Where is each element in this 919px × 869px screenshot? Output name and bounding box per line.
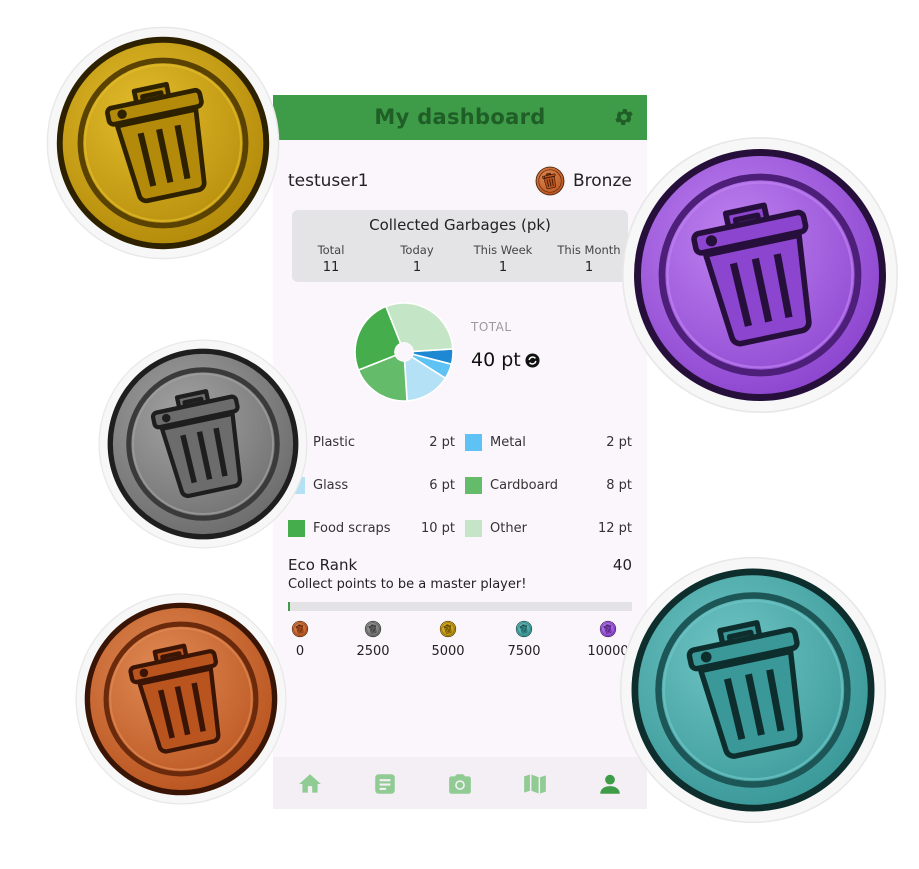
total-label: TOTAL [471,320,512,334]
legend-swatch [465,477,482,494]
username: testuser1 [288,171,369,191]
legend-points: 8 pt [606,478,632,493]
gold-medal-icon [439,620,457,638]
map-icon[interactable] [522,771,548,797]
teal-medal-icon [619,556,887,824]
gear-icon[interactable] [613,106,635,128]
legend-swatch [465,520,482,537]
refresh-icon[interactable] [525,353,540,368]
page-title: My dashboard [374,105,546,129]
gold-medal-icon [46,26,280,260]
tier-value: 5000 [431,644,465,659]
rank-tier: 2500 [343,620,403,659]
eco-rank-subtitle: Collect points to be a master player! [288,577,527,592]
legend-points: 12 pt [597,521,632,536]
tier-value: 7500 [507,644,541,659]
eco-rank-progress-bar [288,602,632,611]
camera-icon[interactable] [447,771,473,797]
rank-tier: 7500 [494,620,554,659]
purple-medal-icon [621,136,899,414]
purple-medal-icon [599,620,617,638]
document-icon[interactable] [372,771,398,797]
stat-value: 1 [412,260,422,275]
tier-value: 2500 [356,644,390,659]
stat-total: Total 11 [289,243,373,275]
legend-item: Plastic 2 pt [288,434,455,452]
stat-label: This Month [557,243,621,257]
points-pie-chart [354,302,454,402]
legend-item: Glass 6 pt [288,477,455,495]
total-value: 40 pt [471,349,521,371]
legend-item: Cardboard 8 pt [465,477,632,495]
legend-points: 2 pt [429,435,455,450]
bottom-navigation [273,757,647,809]
dashboard-screen: My dashboard testuser1 Bronze Collected … [273,95,647,809]
legend-name: Glass [313,478,349,493]
silver-medal-icon [98,339,308,549]
stat-value: 1 [498,260,508,275]
stat-label: This Week [473,243,533,257]
silver-medal-icon [364,620,382,638]
stat-label: Today [400,243,434,257]
legend-item: Food scraps 10 pt [288,520,455,538]
teal-medal-icon [515,620,533,638]
stat-this-week: This Week 1 [461,243,545,275]
stat-value: 11 [322,260,340,275]
legend-points: 10 pt [420,521,455,536]
legend-name: Other [490,521,527,536]
eco-rank-title: Eco Rank [288,556,358,574]
legend-points: 6 pt [429,478,455,493]
pie-center [395,343,413,361]
bronze-medal-icon [291,620,309,638]
legend-name: Metal [490,435,526,450]
legend-item: Other 12 pt [465,520,632,538]
home-icon[interactable] [297,771,323,797]
bronze-medal-icon [75,593,287,805]
legend-name: Food scraps [313,521,391,536]
legend-item: Metal 2 pt [465,434,632,452]
collected-title: Collected Garbages (pk) [369,216,551,234]
bronze-medal-icon [534,165,566,197]
stat-label: Total [317,243,345,257]
rank-tier: 5000 [418,620,478,659]
stat-today: Today 1 [375,243,459,275]
legend-name: Cardboard [490,478,558,493]
stat-value: 1 [584,260,594,275]
legend-swatch [465,434,482,451]
collected-garbages-card: Collected Garbages (pk) Total 11 Today 1… [292,210,628,282]
progress-fill [288,602,290,611]
legend-points: 2 pt [606,435,632,450]
stat-this-month: This Month 1 [547,243,631,275]
app-header: My dashboard [273,95,647,140]
legend-name: Plastic [313,435,356,450]
